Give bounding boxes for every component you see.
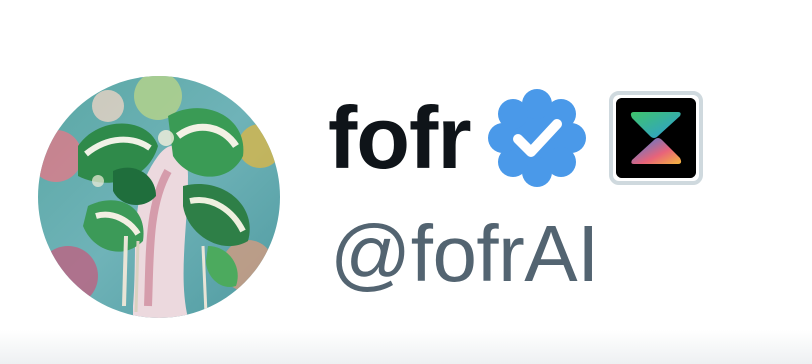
name-row: fofr [328,82,703,194]
bottom-divider-shadow [0,330,812,364]
user-handle[interactable]: @fofrAI [330,214,599,294]
monstera-plant-painting-avatar-icon [38,76,280,318]
profile-header: fofr @fofrAI [0,0,812,364]
affiliate-badge[interactable] [608,91,703,185]
verified-badge-icon[interactable] [487,88,587,188]
affiliate-logo-icon [615,98,696,178]
avatar[interactable] [38,76,280,318]
display-name[interactable]: fofr [328,94,472,182]
